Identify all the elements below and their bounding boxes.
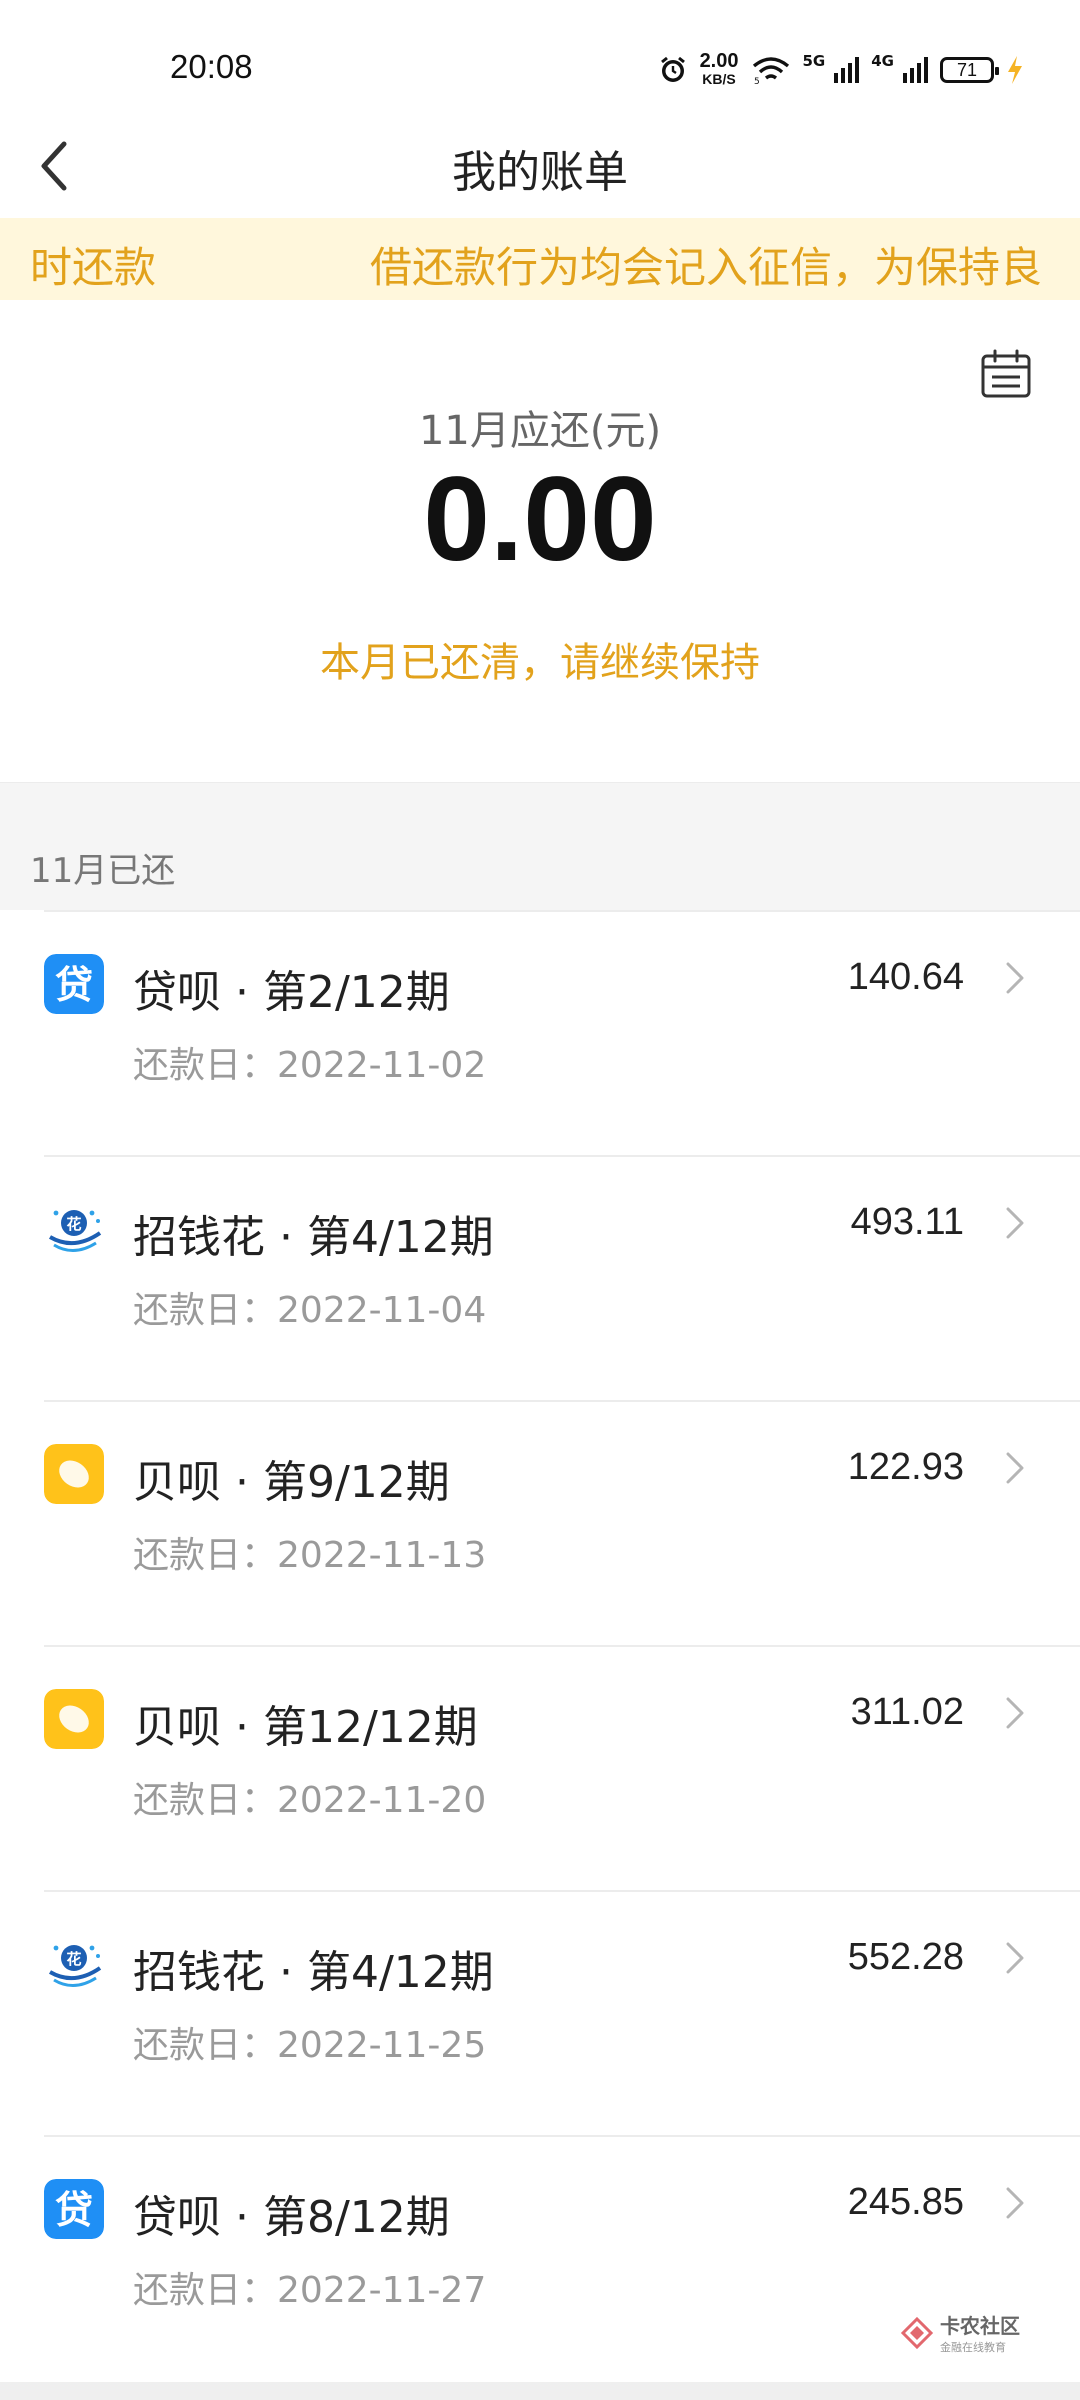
divider <box>44 1155 1080 1157</box>
signal-5g-label: 5G <box>802 52 826 70</box>
signal-5g-icon <box>834 57 860 83</box>
bill-name: 贷呗 · 第2/12期 <box>133 967 450 1018</box>
chevron-right-icon <box>1006 1452 1024 1484</box>
battery-level: 71 <box>956 59 978 80</box>
divider <box>44 910 1080 912</box>
bill-amount: 493.11 <box>850 1201 964 1243</box>
bill-amount: 552.28 <box>847 1936 964 1978</box>
watermark-sub: 金融在线教育 <box>940 2341 1006 2354</box>
chevron-right-icon <box>1006 1697 1024 1729</box>
bill-name: 招钱花 · 第4/12期 <box>133 1212 494 1263</box>
due-amount: 0.00 <box>423 452 657 586</box>
divider <box>44 1890 1080 1892</box>
signal-4g-label: 4G <box>871 52 894 70</box>
bill-summary: 11月应还(元) 0.00 本月已还清，请继续保持 <box>0 300 1080 782</box>
bill-date: 还款日：2022-11-04 <box>133 1290 487 1331</box>
section-title: 11月已还 <box>30 851 176 891</box>
watermark: 卡农社区 金融在线教育 <box>900 2310 1020 2355</box>
svg-text:贷: 贷 <box>55 963 93 1007</box>
daibei-app-icon: 贷 <box>44 954 104 1014</box>
bill-amount: 245.85 <box>847 2181 964 2223</box>
due-status-text: 本月已还清，请继续保持 <box>320 640 760 686</box>
bill-amount: 140.64 <box>847 956 964 998</box>
bill-item-beibei[interactable]: 贝呗 · 第9/12期 还款日：2022-11-13 122.93 <box>0 1400 1080 1645</box>
calendar-button[interactable] <box>980 348 1032 400</box>
charging-icon <box>1008 56 1022 84</box>
watermark-text: 卡农社区 金融在线教育 <box>940 2310 1020 2355</box>
notice-text-right: 借还款行为均会记入征信，为保持良 <box>370 243 1043 292</box>
beibei-app-icon <box>44 1444 104 1504</box>
bill-name: 贷呗 · 第8/12期 <box>133 2192 450 2243</box>
bottom-strip <box>0 2382 1080 2400</box>
signal-4g-icon <box>903 57 928 83</box>
bill-list: 贷 贷呗 · 第2/12期 还款日：2022-11-02 140.64 花 招钱… <box>0 910 1080 2400</box>
bill-item-beibei[interactable]: 贝呗 · 第12/12期 还款日：2022-11-20 311.02 <box>0 1645 1080 1890</box>
bill-name: 贝呗 · 第9/12期 <box>133 1457 450 1508</box>
bill-item-zhaoqianhua[interactable]: 花 招钱花 · 第4/12期 还款日：2022-11-04 493.11 <box>0 1155 1080 1400</box>
notice-banner: 时还款 借还款行为均会记入征信，为保持良 <box>0 218 1080 300</box>
net-speed-unit: KB/S <box>702 71 736 87</box>
chevron-right-icon <box>1006 1207 1024 1239</box>
svg-text:贷: 贷 <box>55 2188 93 2232</box>
status-bar: 20:08 2.00 KB/S 5 5G 4G 71 <box>0 0 1080 110</box>
watermark-logo-icon <box>900 2316 934 2349</box>
chevron-right-icon <box>1006 962 1024 994</box>
daibei-app-icon: 贷 <box>44 2179 104 2239</box>
bill-amount: 311.02 <box>850 1691 964 1733</box>
bill-item-zhaoqianhua[interactable]: 花 招钱花 · 第4/12期 还款日：2022-11-25 552.28 <box>0 1890 1080 2135</box>
bill-item-daibei[interactable]: 贷 贷呗 · 第2/12期 还款日：2022-11-02 140.64 <box>0 910 1080 1155</box>
zhaoqianhua-app-icon: 花 <box>44 1199 104 1259</box>
svg-text:花: 花 <box>66 1215 81 1233</box>
bill-date: 还款日：2022-11-27 <box>133 2270 487 2311</box>
section-header: 11月已还 <box>0 782 1080 910</box>
due-label: 11月应还(元) <box>418 408 662 454</box>
bill-date: 还款日：2022-11-02 <box>133 1045 487 1086</box>
watermark-main: 卡农社区 <box>940 2314 1020 2338</box>
net-speed-value: 2.00 <box>699 50 739 72</box>
wifi-icon: 5 <box>752 57 789 85</box>
chevron-right-icon <box>1006 2187 1024 2219</box>
bill-name: 贝呗 · 第12/12期 <box>133 1702 478 1753</box>
bill-name: 招钱花 · 第4/12期 <box>133 1947 494 1998</box>
battery-icon: 71 <box>940 57 999 83</box>
bill-date: 还款日：2022-11-25 <box>133 2025 487 2066</box>
svg-text:花: 花 <box>66 1950 81 1968</box>
bill-date: 还款日：2022-11-20 <box>133 1780 487 1821</box>
alarm-icon <box>660 56 685 82</box>
zhaoqianhua-app-icon: 花 <box>44 1934 104 1994</box>
notice-text-left: 时还款 <box>30 243 157 292</box>
beibei-app-icon <box>44 1689 104 1749</box>
divider <box>44 1645 1080 1647</box>
nav-bar: 我的账单 <box>0 110 1080 218</box>
chevron-right-icon <box>1006 1942 1024 1974</box>
net-speed: 2.00 KB/S <box>699 50 739 88</box>
status-time: 20:08 <box>170 48 253 85</box>
divider <box>44 2135 1080 2137</box>
bill-date: 还款日：2022-11-13 <box>133 1535 487 1576</box>
svg-text:5: 5 <box>754 77 760 85</box>
divider <box>44 1400 1080 1402</box>
calendar-icon <box>981 349 1031 398</box>
page-title: 我的账单 <box>452 147 628 198</box>
status-icons: 2.00 KB/S 5 5G 4G 71 <box>658 50 1024 88</box>
bill-amount: 122.93 <box>847 1446 964 1488</box>
